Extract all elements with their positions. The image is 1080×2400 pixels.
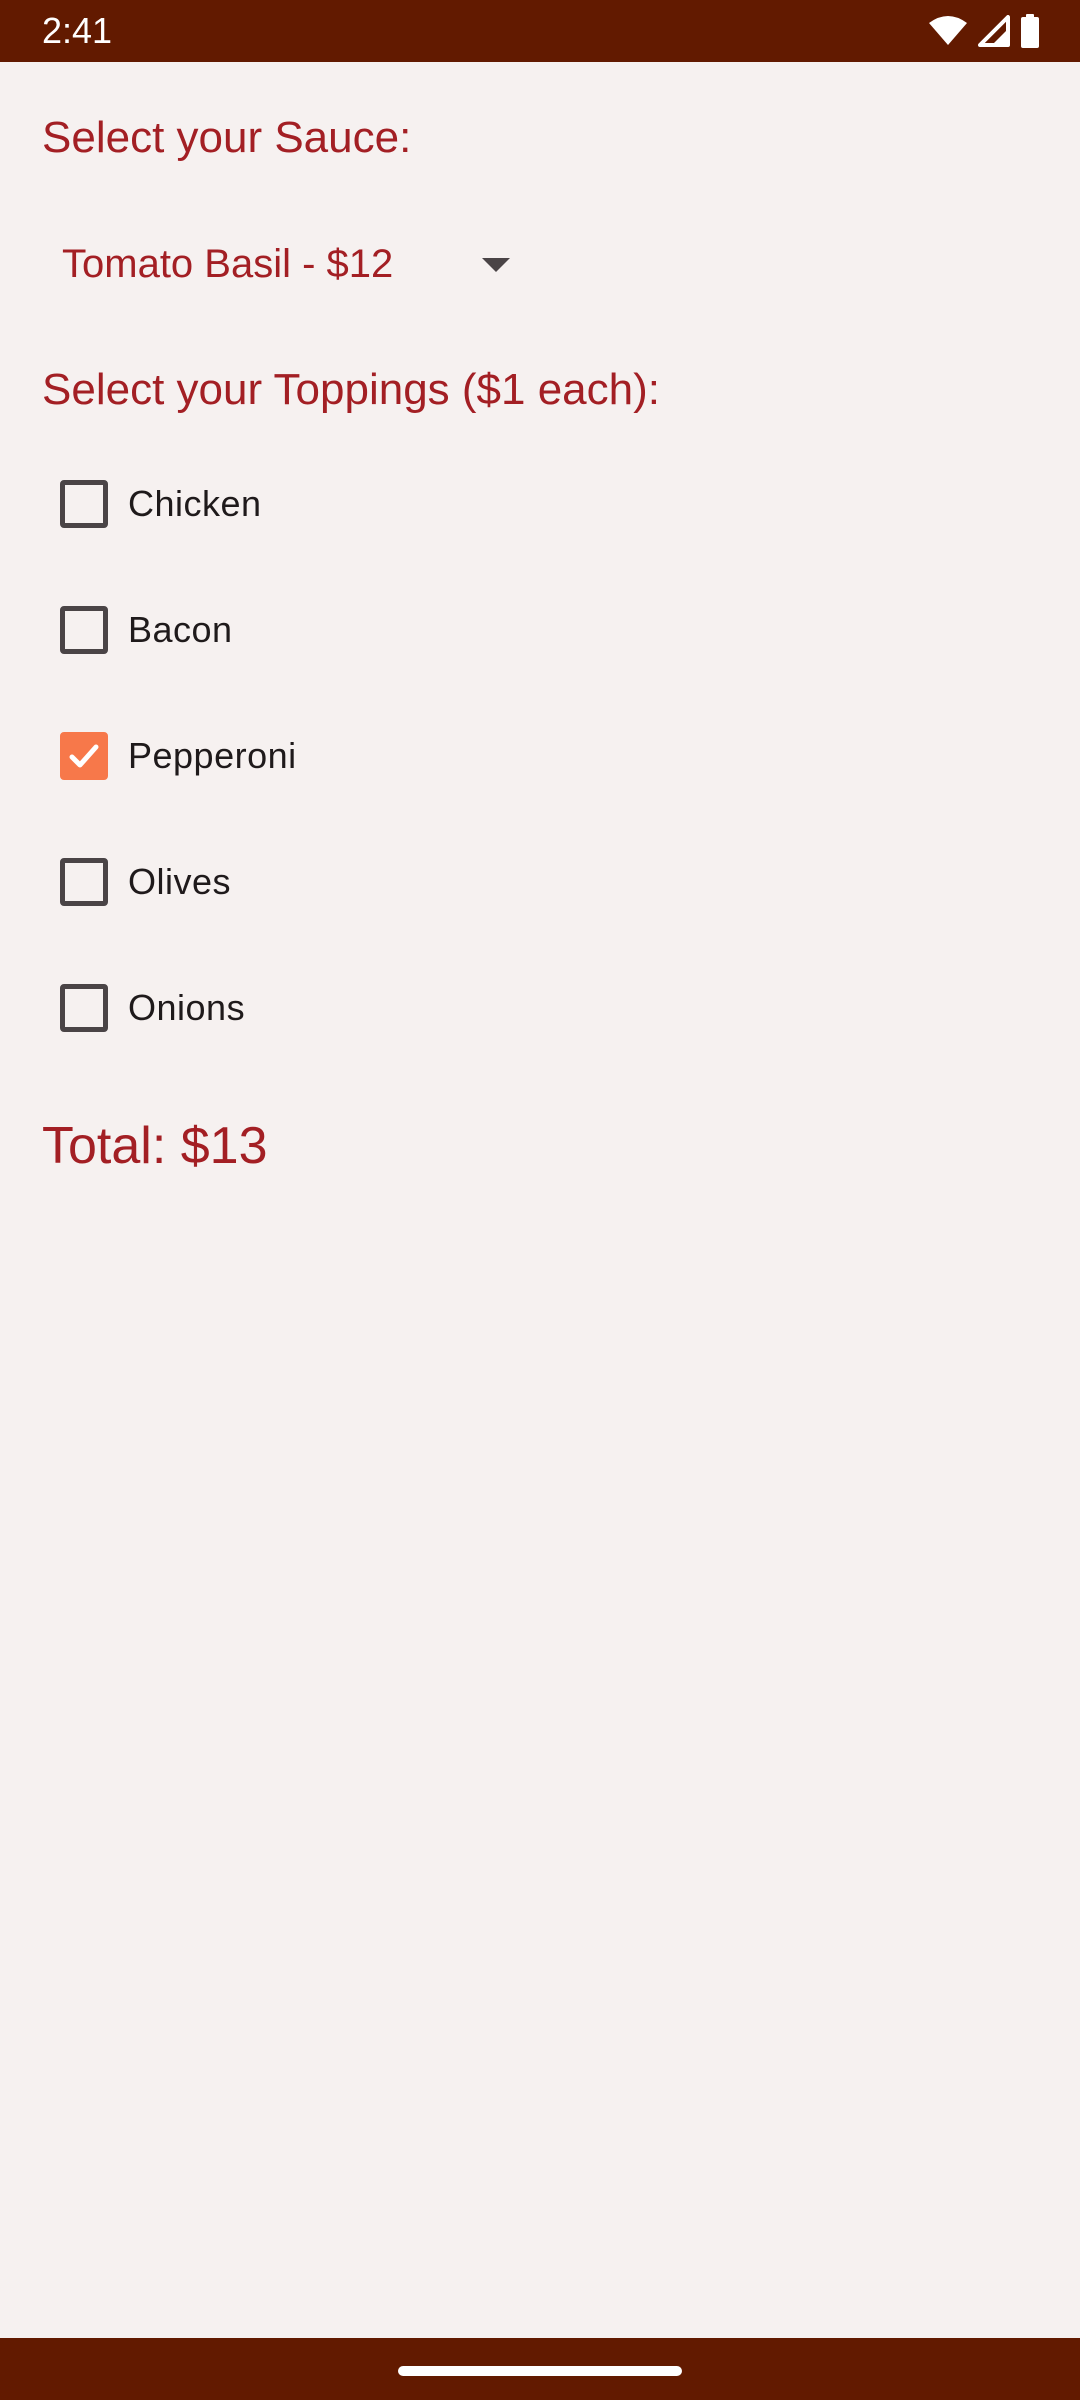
dropdown-arrow-icon (482, 258, 510, 272)
topping-olives[interactable]: Olives (42, 827, 642, 937)
topping-bacon[interactable]: Bacon (42, 575, 642, 685)
topping-label: Pepperoni (128, 735, 297, 776)
topping-chicken[interactable]: Chicken (42, 449, 642, 559)
topping-onions[interactable]: Onions (42, 953, 642, 1063)
toppings-section-title: Select your Toppings ($1 each): (42, 365, 660, 414)
home-gesture-handle[interactable] (398, 2366, 682, 2376)
sauce-selected-value: Tomato Basil - $12 (62, 242, 394, 286)
topping-pepperoni[interactable]: Pepperoni (42, 701, 642, 811)
topping-label: Bacon (128, 609, 233, 650)
topping-label: Olives (128, 861, 232, 902)
checkbox-chicken[interactable] (60, 480, 108, 528)
signal-icon (978, 15, 1010, 47)
status-time: 2:41 (42, 10, 113, 51)
navigation-bar (0, 2338, 1080, 2400)
sauce-section-title: Select your Sauce: (42, 113, 412, 162)
status-bar: 2:41 (0, 0, 1080, 62)
status-icons (928, 12, 1040, 50)
checkmark-icon (69, 744, 99, 768)
sauce-dropdown[interactable]: Tomato Basil - $12 (42, 214, 542, 314)
checkbox-onions[interactable] (60, 984, 108, 1032)
topping-label: Chicken (128, 483, 262, 524)
checkbox-olives[interactable] (60, 858, 108, 906)
checkbox-pepperoni[interactable] (60, 732, 108, 780)
battery-icon (1020, 14, 1040, 48)
checkbox-bacon[interactable] (60, 606, 108, 654)
total-price: Total: $13 (42, 1117, 268, 1175)
wifi-icon (928, 15, 968, 47)
topping-label: Onions (128, 987, 246, 1028)
